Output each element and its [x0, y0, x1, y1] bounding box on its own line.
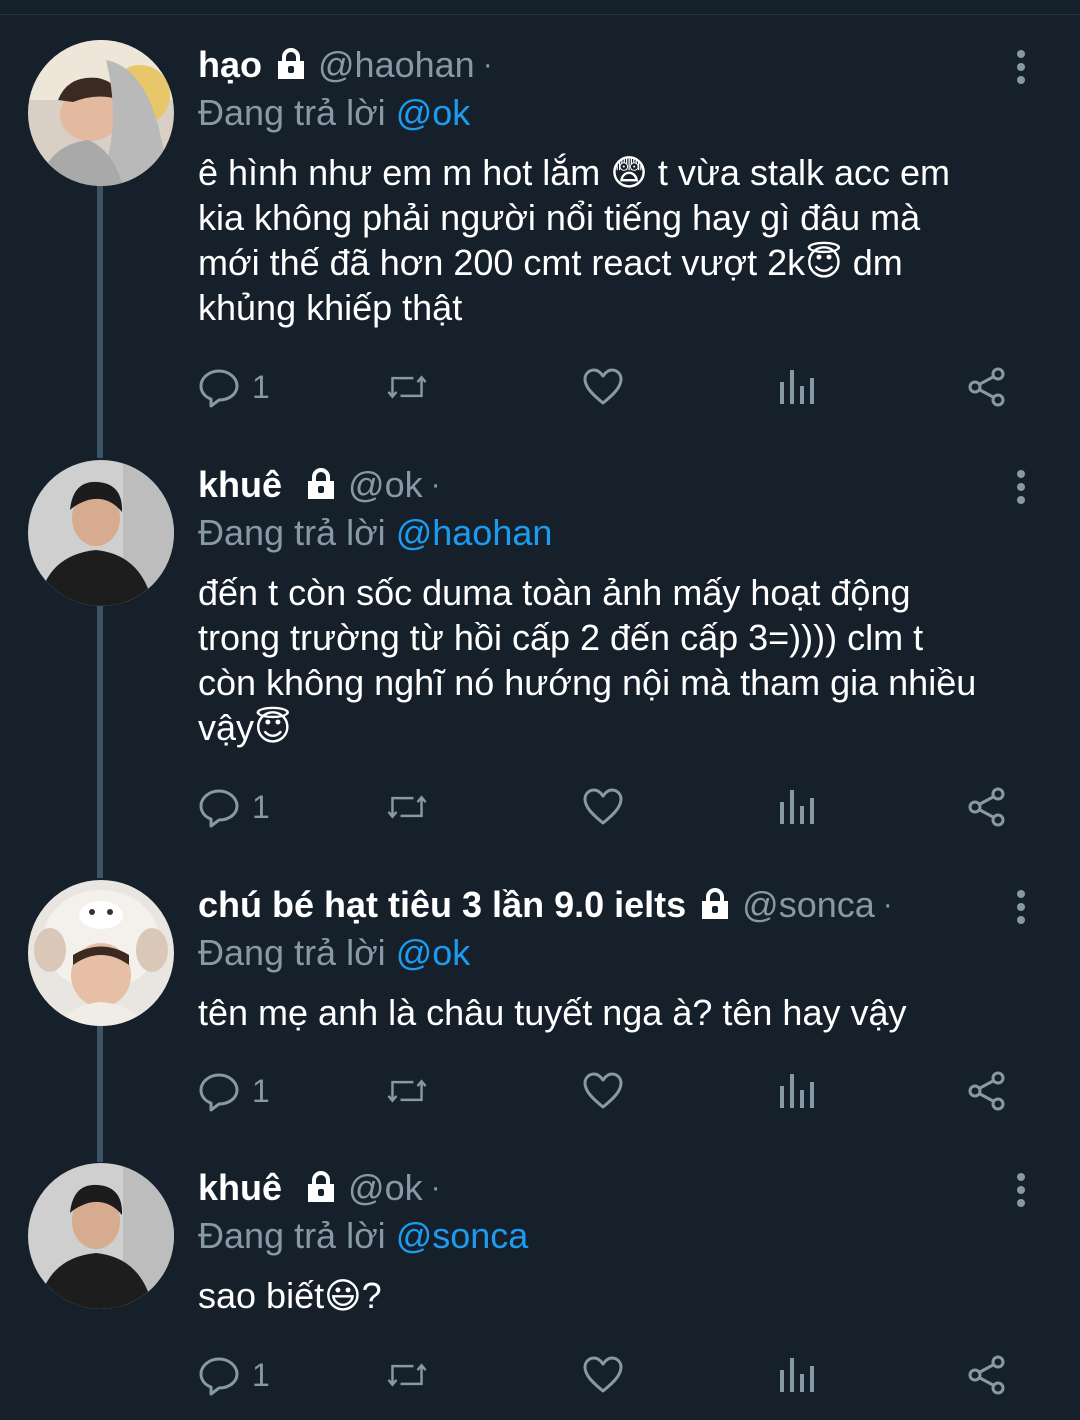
reply-count: 1	[252, 1356, 270, 1393]
analytics-icon	[776, 786, 818, 828]
like-icon	[582, 366, 624, 408]
replying-label: Đang trả lời	[198, 932, 386, 973]
reply-count: 1	[252, 368, 270, 405]
share-icon	[966, 366, 1008, 408]
share-button[interactable]	[966, 1066, 1008, 1116]
reply-mention-link[interactable]: @ok	[396, 932, 471, 973]
analytics-button[interactable]	[776, 1066, 818, 1116]
tweet-actions: 1	[198, 1066, 1018, 1116]
share-button[interactable]	[966, 1350, 1008, 1400]
reply-count: 1	[252, 1072, 270, 1109]
tweet-text: tên mẹ anh là châu tuyết nga à? tên hay …	[198, 992, 907, 1033]
display-name[interactable]: khuê	[198, 464, 282, 506]
tweet-text: đến t còn sốc duma toàn ảnh mấy hoạt độn…	[198, 572, 977, 748]
share-icon	[966, 786, 1008, 828]
tweet-actions: 1	[198, 782, 1018, 832]
retweet-icon	[386, 366, 428, 408]
like-icon	[582, 1354, 624, 1396]
avatar[interactable]	[28, 40, 174, 186]
replying-label: Đang trả lời	[198, 92, 386, 133]
display-name[interactable]: hạo	[198, 44, 262, 86]
reply-button[interactable]: 1	[198, 1350, 270, 1400]
like-button[interactable]	[582, 362, 624, 412]
more-vertical-icon[interactable]	[1006, 885, 1036, 935]
like-icon	[582, 1070, 624, 1112]
lock-icon	[304, 1171, 338, 1205]
analytics-icon	[776, 1354, 818, 1396]
tweet-actions: 1	[198, 362, 1018, 412]
replying-to-line: Đang trả lời @ok	[198, 90, 1048, 136]
replying-label: Đang trả lời	[198, 1215, 386, 1256]
lock-icon	[304, 468, 338, 502]
separator-dot: ·	[482, 48, 493, 81]
reply-mention-link[interactable]: @ok	[396, 92, 471, 133]
reply-icon	[198, 1070, 240, 1112]
retweet-button[interactable]	[386, 1066, 428, 1116]
reply-icon	[198, 786, 240, 828]
like-button[interactable]	[582, 1066, 624, 1116]
tweet-text: sao biết😃?	[198, 1275, 382, 1316]
separator-dot: ·	[430, 468, 441, 501]
user-handle[interactable]: @sonca	[742, 884, 875, 926]
thread-line	[97, 186, 103, 458]
like-button[interactable]	[582, 1350, 624, 1400]
replying-to-line: Đang trả lời @ok	[198, 930, 1048, 976]
reply-button[interactable]: 1	[198, 1066, 270, 1116]
tweet-text: ê hình như em m hot lắm 😨 t vừa stalk ac…	[198, 152, 951, 328]
reply-button[interactable]: 1	[198, 362, 270, 412]
analytics-button[interactable]	[776, 362, 818, 412]
analytics-icon	[776, 366, 818, 408]
replying-label: Đang trả lời	[198, 512, 386, 553]
display-name[interactable]: chú bé hạt tiêu 3 lần 9.0 ielts	[198, 884, 686, 926]
replying-to-line: Đang trả lời @sonca	[198, 1213, 1048, 1259]
lock-icon	[698, 888, 732, 922]
avatar[interactable]	[28, 880, 174, 1026]
separator-dot: ·	[430, 1171, 441, 1204]
lock-icon	[274, 48, 308, 82]
retweet-icon	[386, 1354, 428, 1396]
more-vertical-icon[interactable]	[1006, 465, 1036, 515]
more-vertical-icon[interactable]	[1006, 45, 1036, 95]
thread-line	[97, 606, 103, 878]
reply-icon	[198, 366, 240, 408]
reply-button[interactable]: 1	[198, 782, 270, 832]
share-icon	[966, 1070, 1008, 1112]
like-icon	[582, 786, 624, 828]
reply-mention-link[interactable]: @sonca	[396, 1215, 529, 1256]
avatar[interactable]	[28, 460, 174, 606]
share-button[interactable]	[966, 782, 1008, 832]
analytics-icon	[776, 1070, 818, 1112]
thread-line	[97, 1026, 103, 1162]
like-button[interactable]	[582, 782, 624, 832]
reply-mention-link[interactable]: @haohan	[396, 512, 553, 553]
tweet-actions: 1	[198, 1350, 1018, 1400]
retweet-button[interactable]	[386, 1350, 428, 1400]
retweet-button[interactable]	[386, 782, 428, 832]
share-button[interactable]	[966, 362, 1008, 412]
reply-icon	[198, 1354, 240, 1396]
reply-count: 1	[252, 788, 270, 825]
analytics-button[interactable]	[776, 1350, 818, 1400]
display-name[interactable]: khuê	[198, 1167, 282, 1209]
share-icon	[966, 1354, 1008, 1396]
user-handle[interactable]: @haohan	[318, 44, 475, 86]
retweet-icon	[386, 1070, 428, 1112]
retweet-icon	[386, 786, 428, 828]
separator-dot: ·	[882, 888, 893, 921]
top-divider	[0, 0, 1080, 15]
analytics-button[interactable]	[776, 782, 818, 832]
more-vertical-icon[interactable]	[1006, 1168, 1036, 1218]
retweet-button[interactable]	[386, 362, 428, 412]
user-handle[interactable]: @ok	[348, 464, 423, 506]
replying-to-line: Đang trả lời @haohan	[198, 510, 1048, 556]
avatar[interactable]	[28, 1163, 174, 1309]
user-handle[interactable]: @ok	[348, 1167, 423, 1209]
